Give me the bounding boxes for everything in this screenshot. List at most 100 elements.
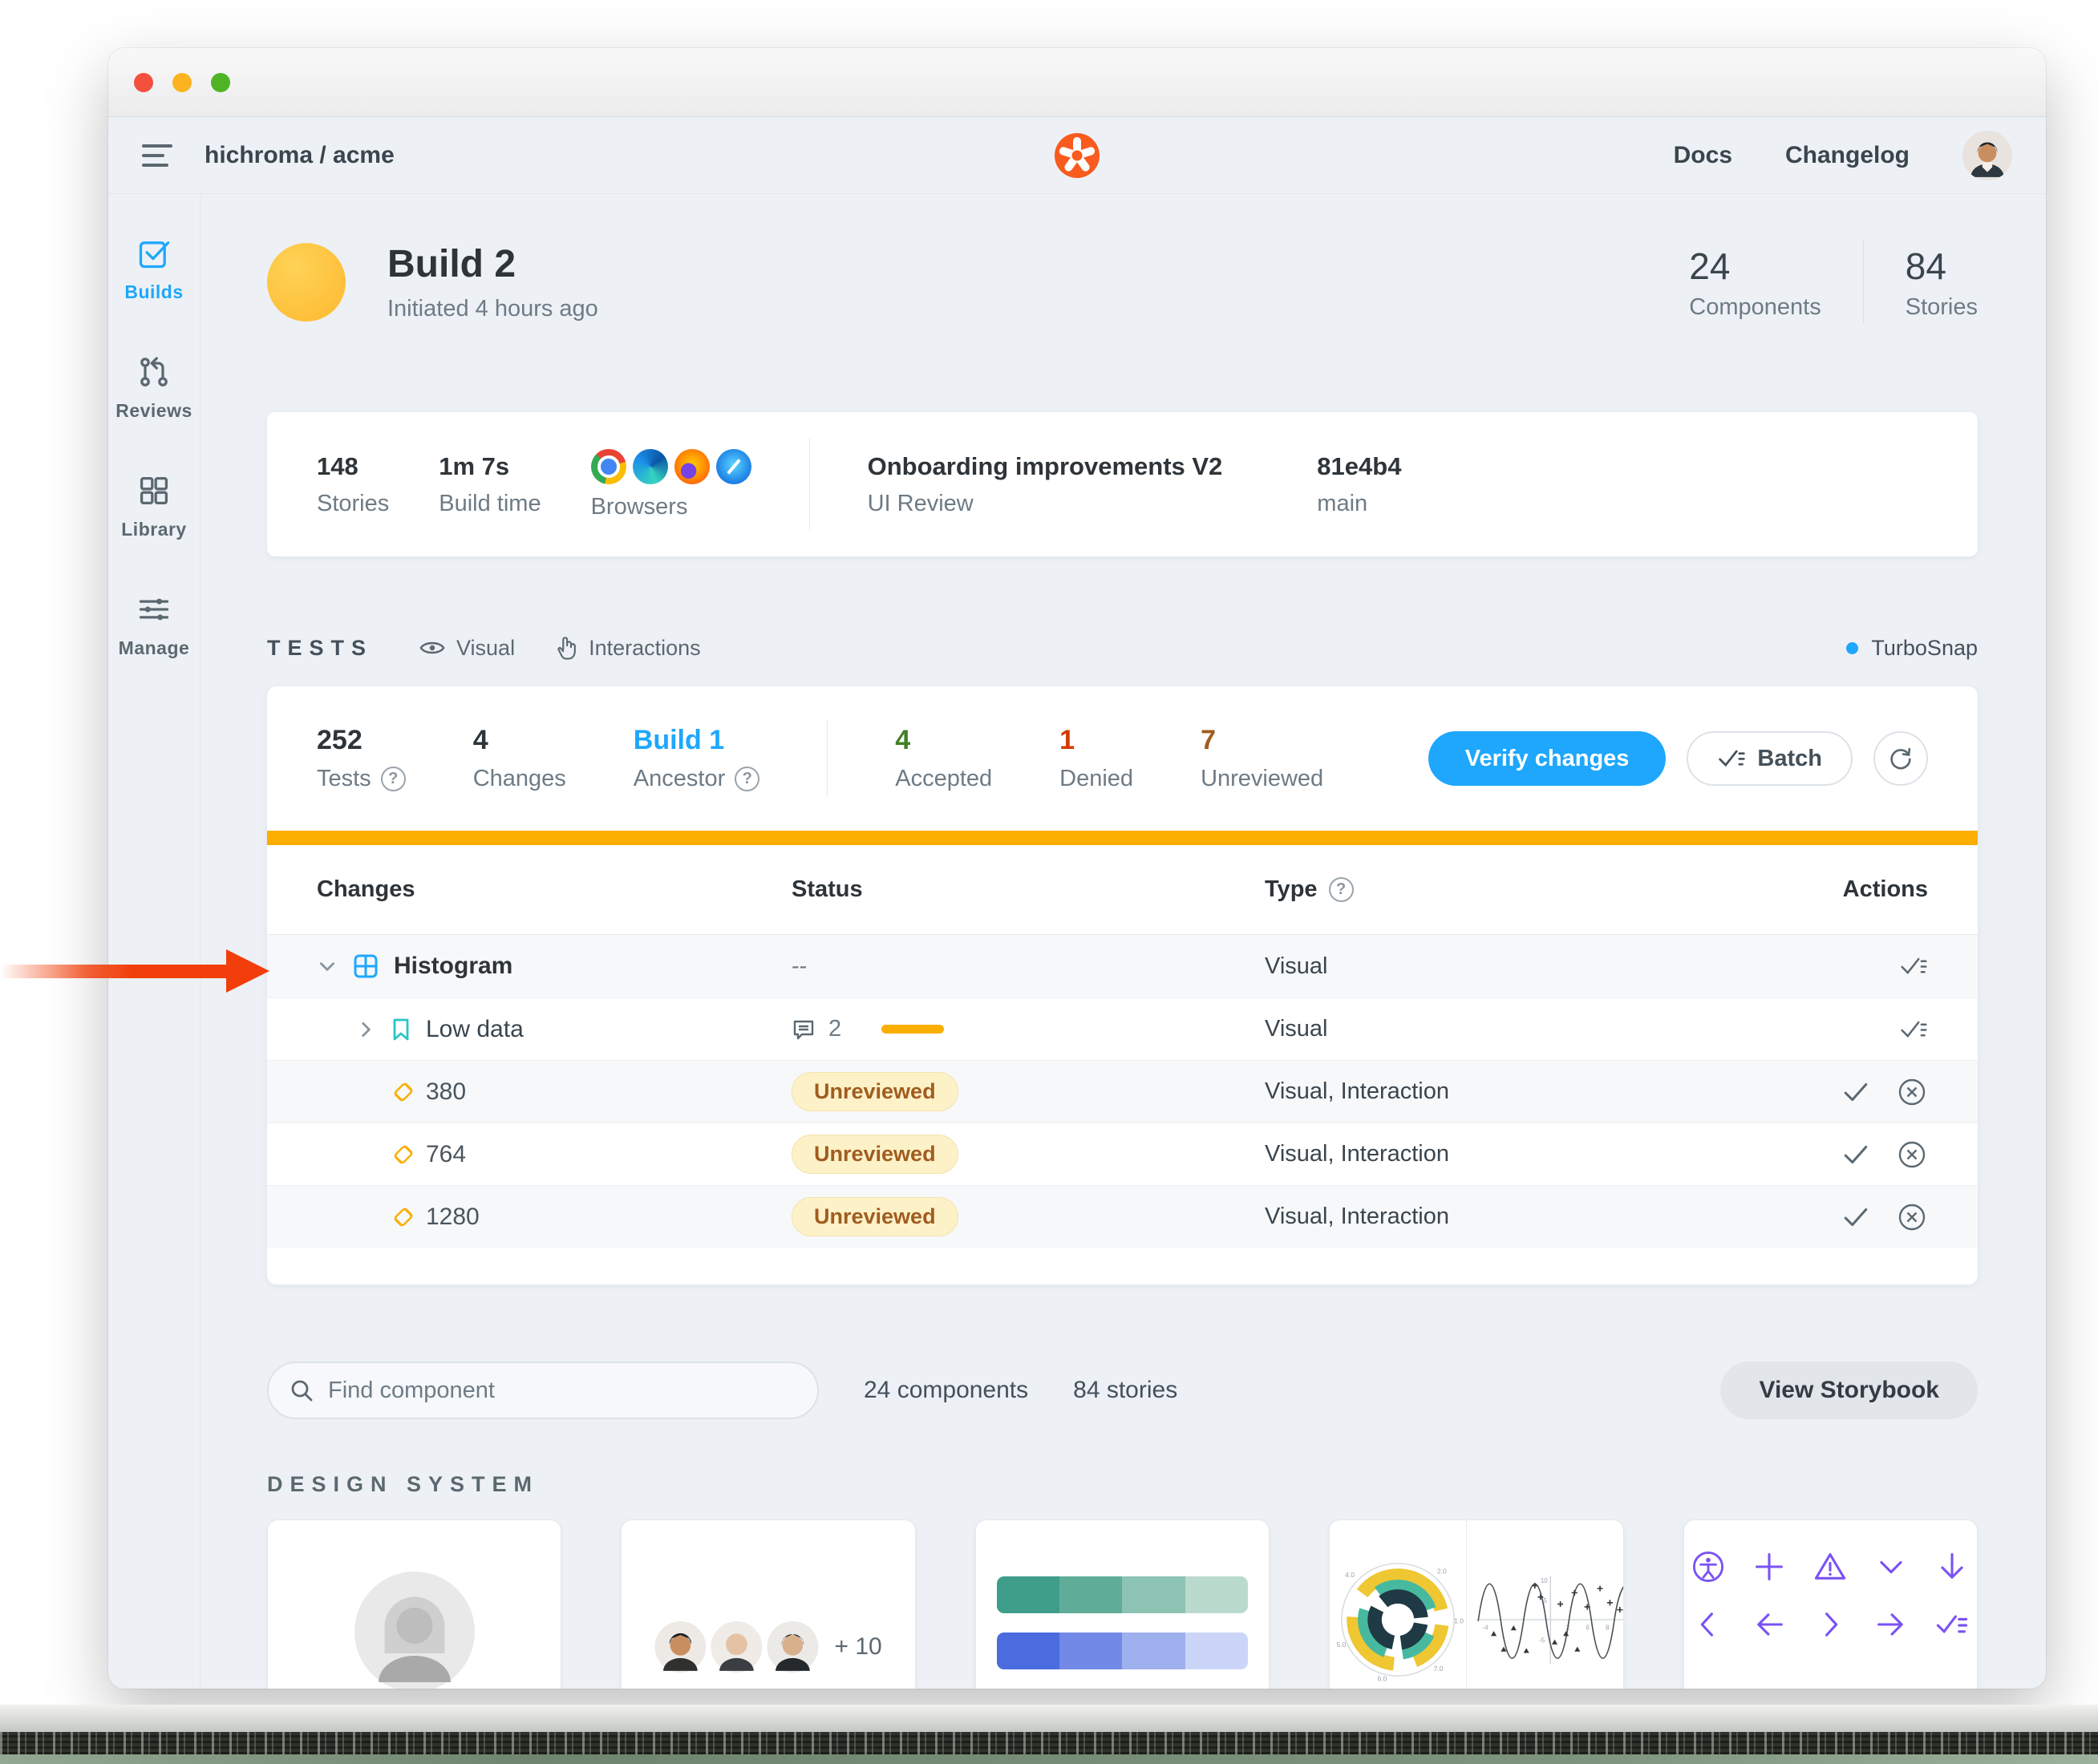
table-footer (267, 1248, 1978, 1285)
component-thumbnail-icons[interactable] (1683, 1519, 1978, 1689)
deny-x-circle-icon[interactable] (1896, 1139, 1928, 1171)
desk-edge-texture (0, 1732, 2098, 1754)
more-avatars-label: + 10 (834, 1633, 881, 1661)
verify-changes-button[interactable]: Verify changes (1428, 731, 1667, 786)
breadcrumb[interactable]: hichroma / acme (205, 142, 395, 169)
status-badge: Unreviewed (792, 1072, 958, 1111)
sidebar-item-builds[interactable]: Builds (124, 236, 183, 303)
chevron-right-icon[interactable] (355, 1019, 376, 1040)
accepted-stat: 4 Accepted (895, 725, 992, 792)
chrome-browser-icon[interactable] (591, 449, 626, 484)
sidebar-item-library[interactable]: Library (121, 473, 186, 540)
batch-button[interactable]: Batch (1687, 731, 1853, 786)
edge-browser-icon[interactable] (633, 449, 668, 484)
components-stat: 24 Components (1689, 245, 1821, 321)
svg-text:5.0: 5.0 (1337, 1641, 1347, 1649)
help-icon[interactable]: ? (735, 767, 759, 791)
build-summary-card: 148 Stories 1m 7s Build time Browsers (267, 412, 1978, 556)
accept-all-icon[interactable] (1899, 1018, 1928, 1042)
builds-icon (136, 236, 172, 271)
sidebar: Builds Reviews Library (108, 194, 200, 1689)
plus-icon (1752, 1549, 1787, 1584)
table-header: Changes Status Type? Actions (267, 845, 1978, 935)
sidebar-item-reviews[interactable]: Reviews (115, 354, 192, 422)
svg-text:2.0: 2.0 (1437, 1568, 1447, 1576)
help-icon[interactable]: ? (381, 767, 406, 791)
minimize-window-button[interactable] (172, 73, 192, 92)
accept-icon[interactable] (1843, 1144, 1869, 1165)
refresh-button[interactable] (1873, 731, 1928, 786)
firefox-browser-icon[interactable] (674, 449, 710, 484)
page-title: Build 2 (387, 242, 598, 286)
close-window-button[interactable] (134, 73, 153, 92)
svg-text:5: 5 (1544, 1597, 1548, 1604)
divider (827, 720, 828, 797)
build-subtitle: Initiated 4 hours ago (387, 296, 598, 322)
svg-text:10: 10 (1541, 1577, 1548, 1584)
ancestor-build-link[interactable]: Build 1 (634, 725, 759, 756)
svg-text:-5: -5 (1539, 1637, 1545, 1644)
pointer-hand-icon (555, 635, 577, 661)
sidebar-item-manage[interactable]: Manage (119, 592, 190, 659)
design-system-heading: DESIGN SYSTEM (267, 1472, 1978, 1497)
titlebar (108, 48, 2046, 117)
avatar-group: + 10 (654, 1621, 881, 1673)
changelog-link[interactable]: Changelog (1785, 142, 1910, 169)
app-header: hichroma / acme Docs Changelog (108, 117, 2046, 194)
chromatic-logo-icon[interactable] (1055, 133, 1100, 178)
chevron-down-icon (1873, 1549, 1909, 1584)
table-row-component[interactable]: Histogram -- Visual (267, 935, 1978, 997)
accept-all-icon[interactable] (1899, 954, 1928, 978)
app-window: hichroma / acme Docs Changelog (108, 48, 2046, 1689)
docs-link[interactable]: Docs (1674, 142, 1732, 169)
safari-browser-icon[interactable] (716, 449, 751, 484)
table-row-story[interactable]: Low data 2 Visual (267, 997, 1978, 1060)
divider (809, 438, 810, 531)
menu-icon[interactable] (142, 144, 172, 167)
deny-x-circle-icon[interactable] (1896, 1076, 1928, 1108)
chevron-down-icon[interactable] (317, 956, 338, 977)
svg-text:7.0: 7.0 (1434, 1665, 1444, 1673)
search-input[interactable] (328, 1378, 796, 1404)
ancestor-stat: Build 1 Ancestor? (634, 725, 759, 792)
filter-interactions[interactable]: Interactions (555, 635, 701, 661)
turbosnap-dot-icon (1846, 642, 1858, 654)
component-search[interactable] (267, 1361, 819, 1419)
component-thumbnail-swatches[interactable] (975, 1519, 1270, 1689)
turbosnap-indicator[interactable]: TurboSnap (1846, 636, 1978, 661)
component-thumbnail-avatar-list[interactable]: + 10 (621, 1519, 915, 1689)
comment-icon[interactable] (792, 1018, 816, 1041)
diamond-icon (393, 1143, 414, 1164)
component-grid-icon (352, 953, 379, 980)
checklist-icon (1717, 746, 1746, 771)
comment-count: 2 (828, 1016, 841, 1042)
user-avatar[interactable] (1962, 131, 2012, 180)
component-thumbnail-avatar[interactable] (267, 1519, 561, 1689)
view-storybook-button[interactable]: View Storybook (1720, 1361, 1978, 1419)
accept-icon[interactable] (1843, 1207, 1869, 1228)
filter-visual[interactable]: Visual (419, 636, 515, 661)
summary-branch: Onboarding improvements V2 UI Review (868, 452, 1223, 517)
build-progress-bar (267, 831, 1978, 845)
component-thumbnail-charts[interactable]: 1.0 2.0 4.0 5.0 6.0 7.0 10 5 -5 (1329, 1519, 1623, 1689)
accept-icon[interactable] (1843, 1082, 1869, 1102)
tests-heading: TESTS (267, 636, 373, 661)
svg-text:6.0: 6.0 (1378, 1675, 1387, 1683)
table-row-viewport[interactable]: 764 Unreviewed Visual, Interaction (267, 1123, 1978, 1185)
svg-text:1.0: 1.0 (1454, 1616, 1464, 1624)
svg-text:4.0: 4.0 (1345, 1571, 1355, 1579)
arrow-left-icon (1752, 1607, 1787, 1642)
build-status-circle (267, 243, 346, 322)
table-row-viewport[interactable]: 380 Unreviewed Visual, Interaction (267, 1060, 1978, 1123)
eye-icon (419, 638, 445, 657)
branch-link[interactable]: Onboarding improvements V2 (868, 452, 1223, 481)
zoom-window-button[interactable] (211, 73, 230, 92)
commit-link[interactable]: 81e4b4 (1317, 452, 1401, 481)
warning-icon (1812, 1549, 1848, 1584)
changes-count-stat: 4 Changes (473, 725, 566, 792)
deny-x-circle-icon[interactable] (1896, 1201, 1928, 1233)
capture-progress-bar (881, 1025, 944, 1034)
table-row-viewport[interactable]: 1280 Unreviewed Visual, Interaction (267, 1185, 1978, 1248)
svg-text:8: 8 (1606, 1624, 1610, 1631)
help-icon[interactable]: ? (1329, 877, 1354, 902)
